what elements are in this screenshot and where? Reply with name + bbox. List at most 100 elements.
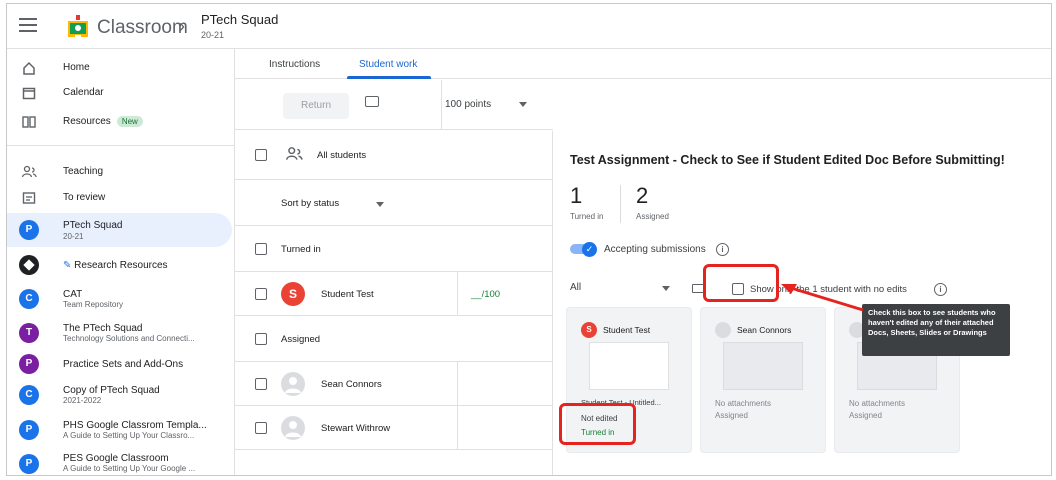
- class-title[interactable]: PTech Squad: [201, 12, 278, 27]
- sidebar-item-sublabel: A Guide to Setting Up Your Classro...: [63, 431, 195, 440]
- group-label: Assigned: [281, 334, 321, 345]
- all-students-label: All students: [317, 150, 367, 161]
- attachment-thumbnail[interactable]: [589, 342, 669, 390]
- people-icon: [21, 165, 37, 178]
- chevron-down-icon: [376, 202, 384, 207]
- divider: [457, 362, 458, 406]
- info-icon[interactable]: i: [934, 283, 947, 296]
- class-avatar: P: [19, 454, 39, 474]
- check-icon: ✓: [582, 242, 597, 257]
- sidebar-item-class-phs-template[interactable]: P PHS Google Classrom Templa... A Guide …: [7, 414, 232, 446]
- sort-row[interactable]: Sort by status: [235, 180, 553, 226]
- attachment-thumbnail: [723, 342, 803, 390]
- person-icon: [285, 377, 301, 393]
- student-card[interactable]: Sean Connors No attachments Assigned: [700, 307, 826, 453]
- info-icon[interactable]: i: [716, 243, 729, 256]
- top-bar: Classroom › PTech Squad 20-21: [7, 4, 1051, 49]
- select-all-checkbox[interactable]: [255, 149, 267, 161]
- person-icon: [285, 421, 301, 437]
- student-name: Stewart Withrow: [321, 423, 391, 434]
- sidebar-item-class-copy-of-ptech-squad[interactable]: C Copy of PTech Squad 2021-2022: [7, 379, 232, 411]
- tab-student-work[interactable]: Student work: [359, 59, 417, 70]
- accepting-submissions-label: Accepting submissions: [604, 244, 706, 255]
- sidebar-item-sublabel: Team Repository: [63, 300, 124, 309]
- student-list: All students Sort by status Turned in S …: [235, 131, 553, 475]
- group-checkbox[interactable]: [255, 243, 267, 255]
- sidebar-item-label: Teaching: [63, 166, 104, 177]
- student-checkbox[interactable]: [255, 422, 267, 434]
- chevron-down-icon: [662, 286, 670, 291]
- student-checkbox[interactable]: [255, 378, 267, 390]
- highlight-box: [559, 403, 636, 445]
- sidebar-item-resources[interactable]: Resources New: [7, 111, 232, 133]
- sidebar-item-class-ptech-squad[interactable]: P PTech Squad 20-21: [7, 213, 232, 247]
- sidebar-item-label: PHS Google Classrom Templa...: [63, 420, 207, 431]
- sidebar-item-label: CAT: [63, 289, 83, 300]
- sidebar-item-sublabel: A Guide to Setting Up Your Google ...: [63, 464, 196, 473]
- app-window: Classroom › PTech Squad 20-21 Home Calen…: [6, 3, 1052, 476]
- group-checkbox[interactable]: [255, 333, 267, 345]
- tooltip: Check this box to see students who haven…: [862, 304, 1010, 356]
- divider: [620, 185, 621, 223]
- grading-toolbar: Return: [235, 80, 553, 130]
- divider: [457, 272, 458, 316]
- sidebar-item-teaching[interactable]: Teaching: [7, 161, 232, 183]
- class-avatar: C: [19, 289, 39, 309]
- divider: [457, 406, 458, 450]
- sidebar-item-to-review[interactable]: To review: [7, 187, 232, 209]
- sidebar-item-class-practice-sets[interactable]: P Practice Sets and Add-Ons: [7, 351, 232, 377]
- class-avatar: P: [19, 220, 39, 240]
- grade-field[interactable]: __/100: [471, 289, 500, 300]
- class-avatar: T: [19, 323, 39, 343]
- sidebar-item-calendar[interactable]: Calendar: [7, 83, 232, 105]
- avatar: [281, 372, 305, 396]
- all-students-row[interactable]: All students: [235, 131, 553, 180]
- assigned-count[interactable]: 2: [636, 183, 648, 209]
- email-icon[interactable]: [365, 96, 379, 107]
- divider: [441, 80, 442, 130]
- sidebar-item-label: Resources New: [63, 116, 143, 127]
- sidebar-item-label: PTech Squad: [63, 220, 123, 231]
- submission-status: Assigned: [849, 411, 882, 420]
- sidebar-item-class-pes-google-classroom[interactable]: P PES Google Classroom A Guide to Settin…: [7, 448, 232, 475]
- student-row[interactable]: Sean Connors: [235, 362, 553, 406]
- arrow-annotation-icon: [781, 284, 864, 312]
- sidebar-item-label: PES Google Classroom: [63, 453, 169, 464]
- sidebar-item-class-the-ptech-squad[interactable]: T The PTech Squad Technology Solutions a…: [7, 317, 232, 349]
- sort-dropdown[interactable]: Sort by status: [281, 198, 339, 209]
- active-tab-indicator: [347, 76, 431, 79]
- sidebar-item-sublabel: Technology Solutions and Connecti...: [63, 334, 195, 343]
- accepting-submissions-toggle[interactable]: ✓: [570, 242, 598, 257]
- assigned-group-row[interactable]: Assigned: [235, 316, 553, 362]
- sidebar-item-label: To review: [63, 192, 106, 203]
- calendar-icon: [22, 87, 36, 100]
- student-name: Sean Connors: [321, 379, 382, 390]
- sidebar-item-home[interactable]: Home: [7, 57, 232, 79]
- sidebar-item-class-cat[interactable]: C CAT Team Repository: [7, 283, 232, 315]
- card-student-name: Sean Connors: [737, 325, 792, 335]
- student-row[interactable]: Stewart Withrow: [235, 406, 553, 450]
- attachment-note: No attachments: [849, 399, 906, 408]
- card-student-name: Student Test: [603, 325, 651, 335]
- student-checkbox[interactable]: [255, 288, 267, 300]
- tab-instructions[interactable]: Instructions: [269, 59, 320, 70]
- pin-icon: ✎: [63, 260, 75, 271]
- sidebar-item-label: Practice Sets and Add-Ons: [63, 359, 184, 370]
- brand-title[interactable]: Classroom: [97, 17, 188, 39]
- people-icon: [285, 147, 303, 160]
- sidebar-item-class-research-resources[interactable]: ✎ Research Resources: [7, 251, 232, 279]
- filter-dropdown[interactable]: All: [570, 282, 581, 293]
- divider: [7, 145, 235, 146]
- turned-in-count[interactable]: 1: [570, 183, 582, 209]
- class-avatar: P: [19, 420, 39, 440]
- to-review-icon: [22, 192, 36, 204]
- resources-icon: [22, 116, 36, 128]
- return-button[interactable]: Return: [283, 93, 349, 119]
- turned-in-group-row[interactable]: Turned in: [235, 226, 553, 272]
- student-row[interactable]: S Student Test __/100: [235, 272, 553, 316]
- menu-icon[interactable]: [19, 18, 37, 32]
- diamond-icon: [23, 259, 35, 271]
- sidebar-item-label: Copy of PTech Squad: [63, 385, 160, 396]
- class-avatar: P: [19, 354, 39, 374]
- classroom-logo-icon: [68, 15, 88, 37]
